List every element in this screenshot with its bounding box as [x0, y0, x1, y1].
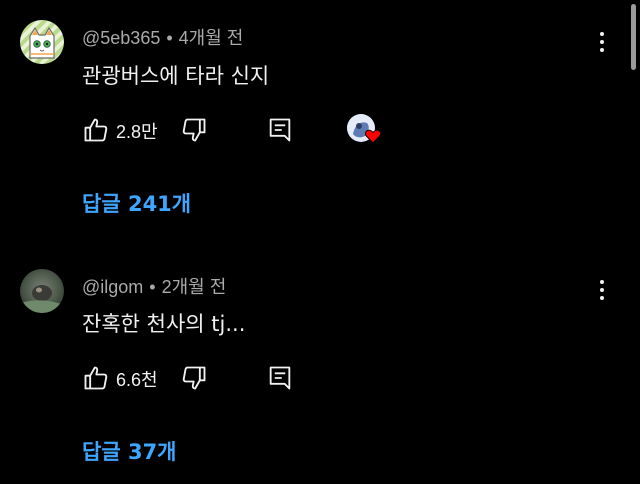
comment-actions: 6.6천: [82, 362, 402, 394]
like-button[interactable]: [82, 364, 110, 392]
dot-icon: [600, 32, 604, 36]
more-options-button[interactable]: [590, 30, 614, 54]
dot-icon: [600, 296, 604, 300]
photo-avatar: [20, 269, 64, 313]
more-options-button[interactable]: [590, 278, 614, 302]
dot-icon: [600, 48, 604, 52]
view-replies-link[interactable]: 답글 241개: [82, 188, 191, 218]
comment-time: 2개월 전: [161, 277, 227, 297]
view-replies-link[interactable]: 답글 37개: [82, 436, 177, 466]
comment-text: 관광버스에 타라 신지: [82, 64, 270, 88]
heart-icon: [365, 129, 381, 144]
dislike-button[interactable]: [180, 364, 208, 392]
dot-icon: [600, 288, 604, 292]
reply-button[interactable]: [266, 364, 294, 392]
author-name[interactable]: @ilgom: [82, 277, 143, 297]
comment-item: @5eb365 • 4개월 전 관광버스에 타라 신지 2.8만 답글 241개: [0, 0, 640, 250]
like-button[interactable]: [82, 116, 110, 144]
comment-item: @ilgom • 2개월 전 잔혹한 천사의 tj... 6.6천 답글 37개: [0, 250, 640, 484]
dislike-button[interactable]: [180, 116, 208, 144]
thumbs-down-icon: [182, 118, 206, 142]
thumbs-up-icon: [84, 118, 108, 142]
comments-panel: @5eb365 • 4개월 전 관광버스에 타라 신지 2.8만 답글 241개…: [0, 0, 640, 484]
meta-separator: •: [166, 28, 173, 48]
comment-time: 4개월 전: [178, 28, 244, 48]
scrollbar[interactable]: [631, 4, 636, 70]
author-avatar[interactable]: [20, 269, 64, 313]
author-name[interactable]: @5eb365: [82, 28, 160, 48]
comment-meta: @ilgom • 2개월 전: [82, 273, 226, 299]
comment-text: 잔혹한 천사의 tj...: [82, 312, 246, 336]
reply-comment-icon: [269, 366, 291, 390]
like-count: 6.6천: [116, 370, 158, 390]
meta-separator: •: [149, 277, 156, 297]
creator-heart-badge: [347, 114, 383, 148]
reply-comment-icon: [269, 118, 291, 142]
reply-button[interactable]: [266, 116, 294, 144]
cat-avatar-icon: [20, 20, 64, 64]
like-count: 2.8만: [116, 122, 158, 142]
dot-icon: [600, 40, 604, 44]
dot-icon: [600, 280, 604, 284]
thumbs-up-icon: [84, 366, 108, 390]
thumbs-down-icon: [182, 366, 206, 390]
author-avatar[interactable]: [20, 20, 64, 64]
comment-meta: @5eb365 • 4개월 전: [82, 24, 243, 50]
comment-actions: 2.8만: [82, 114, 402, 146]
